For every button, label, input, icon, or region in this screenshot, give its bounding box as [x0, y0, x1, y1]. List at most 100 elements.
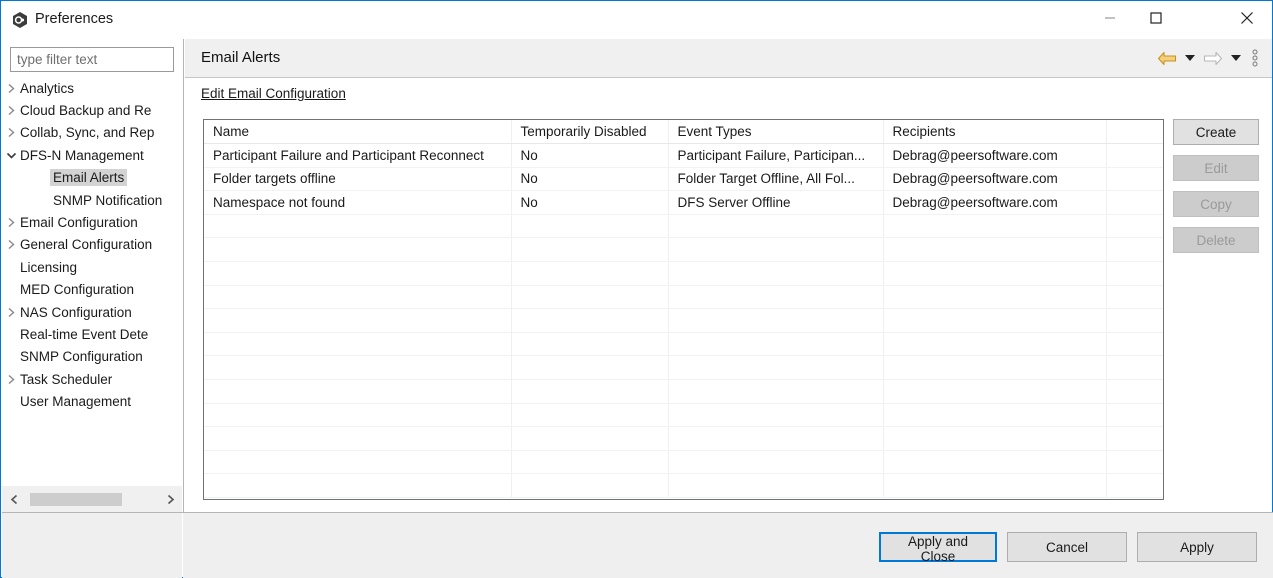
cell-empty [1106, 427, 1163, 451]
column-header-name[interactable]: Name [204, 120, 511, 144]
cell-name: Namespace not found [204, 191, 511, 215]
sidebar-item-real-time-event-dete[interactable]: Real-time Event Dete [2, 323, 182, 345]
cell-empty [883, 356, 1106, 380]
table-row[interactable]: Namespace not foundNoDFS Server OfflineD… [204, 191, 1163, 215]
cell-empty [883, 285, 1106, 309]
cell-empty [204, 450, 511, 474]
maximize-button[interactable] [1133, 1, 1179, 38]
link-row: Edit Email Configuration [201, 86, 346, 101]
sidebar-item-med-configuration[interactable]: MED Configuration [2, 279, 182, 301]
cancel-button[interactable]: Cancel [1007, 532, 1127, 562]
table-row[interactable]: Folder targets offlineNoFolder Target Of… [204, 167, 1163, 191]
sidebar-item-analytics[interactable]: Analytics [2, 77, 182, 99]
chevron-right-icon[interactable] [2, 239, 20, 250]
scrollbar-thumb[interactable] [30, 493, 122, 506]
sidebar-item-label: Analytics [20, 81, 74, 96]
page-header: Email Alerts [185, 39, 1272, 78]
sidebar-item-dfs-n-management[interactable]: DFS-N Management [2, 144, 182, 166]
cell-empty [204, 332, 511, 356]
sidebar-item-label: Collab, Sync, and Rep [20, 125, 154, 140]
cell-empty [668, 262, 883, 286]
chevron-down-icon[interactable] [2, 151, 20, 160]
cell-empty [883, 262, 1106, 286]
edit-button[interactable]: Edit [1173, 155, 1259, 181]
sidebar-item-cloud-backup-and-re[interactable]: Cloud Backup and Re [2, 99, 182, 121]
sidebar-item-task-scheduler[interactable]: Task Scheduler [2, 368, 182, 390]
column-header-recipients[interactable]: Recipients [883, 120, 1106, 144]
cell-empty [204, 380, 511, 404]
table-row-empty [204, 474, 1163, 498]
sidebar-item-snmp-configuration[interactable]: SNMP Configuration [2, 346, 182, 368]
sidebar-item-user-management[interactable]: User Management [2, 390, 182, 412]
apply-button[interactable]: Apply [1137, 532, 1257, 562]
table-row-empty [204, 214, 1163, 238]
cell-empty [668, 474, 883, 498]
cell-temporarily-disabled: No [511, 191, 668, 215]
cell-empty [668, 403, 883, 427]
delete-button[interactable]: Delete [1173, 227, 1259, 253]
cell-event-types: Folder Target Offline, All Fol... [668, 167, 883, 191]
chevron-left-icon[interactable] [2, 486, 26, 512]
cell-empty [1106, 332, 1163, 356]
chevron-right-icon[interactable] [2, 83, 20, 94]
cell-empty [668, 238, 883, 262]
sidebar-item-collab-sync-and-rep[interactable]: Collab, Sync, and Rep [2, 122, 182, 144]
minimize-icon [1104, 12, 1116, 27]
sidebar-item-label: MED Configuration [20, 282, 134, 297]
tree-horizontal-scrollbar[interactable] [2, 486, 182, 512]
sidebar-item-label: Real-time Event Dete [20, 327, 148, 342]
cell-extra [1106, 191, 1163, 215]
chevron-right-icon[interactable] [2, 374, 20, 385]
cell-empty [668, 285, 883, 309]
email-alerts-table[interactable]: Name Temporarily Disabled Event Types Re… [203, 119, 1164, 500]
table-row-empty [204, 332, 1163, 356]
chevron-right-icon[interactable] [2, 217, 20, 228]
edit-email-configuration-link[interactable]: Edit Email Configuration [201, 86, 346, 101]
chevron-right-icon[interactable] [158, 486, 182, 512]
apply-and-close-button[interactable]: Apply and Close [879, 532, 997, 562]
cell-empty [511, 474, 668, 498]
sidebar-item-snmp-notification[interactable]: SNMP Notification [2, 189, 182, 211]
sidebar-item-label: Licensing [20, 260, 77, 275]
chevron-right-icon[interactable] [2, 127, 20, 138]
table-row-empty [204, 427, 1163, 451]
column-header-event-types[interactable]: Event Types [668, 120, 883, 144]
cell-empty [511, 427, 668, 451]
forward-history-chevron-down-icon[interactable] [1228, 48, 1244, 68]
sidebar-item-nas-configuration[interactable]: NAS Configuration [2, 301, 182, 323]
create-button[interactable]: Create [1173, 119, 1259, 145]
sidebar-item-general-configuration[interactable]: General Configuration [2, 234, 182, 256]
cell-empty [204, 356, 511, 380]
sidebar-item-licensing[interactable]: Licensing [2, 256, 182, 278]
sidebar-item-email-configuration[interactable]: Email Configuration [2, 211, 182, 233]
preferences-tree[interactable]: Analytics Cloud Backup and Re Collab, Sync… [2, 77, 182, 512]
column-header-extra[interactable] [1106, 120, 1163, 144]
cell-empty [204, 427, 511, 451]
sidebar-item-email-alerts[interactable]: Email Alerts [2, 167, 182, 189]
table-row[interactable]: Participant Failure and Participant Reco… [204, 144, 1163, 168]
forward-arrow-icon[interactable] [1200, 48, 1226, 68]
back-arrow-icon[interactable] [1154, 48, 1180, 68]
cell-empty [883, 214, 1106, 238]
minimize-button[interactable] [1087, 1, 1133, 38]
cell-empty [511, 403, 668, 427]
chevron-right-icon[interactable] [2, 307, 20, 318]
sidebar-item-label: Task Scheduler [20, 372, 112, 387]
cell-empty [668, 332, 883, 356]
cell-event-types: DFS Server Offline [668, 191, 883, 215]
cell-empty [1106, 403, 1163, 427]
column-header-temporarily-disabled[interactable]: Temporarily Disabled [511, 120, 668, 144]
copy-button[interactable]: Copy [1173, 191, 1259, 217]
title-bar: Preferences [1, 1, 1272, 39]
view-menu-dots-icon[interactable] [1246, 48, 1264, 68]
cell-empty [204, 309, 511, 333]
back-history-chevron-down-icon[interactable] [1182, 48, 1198, 68]
chevron-right-icon[interactable] [2, 105, 20, 116]
close-button[interactable] [1223, 1, 1271, 38]
filter-input[interactable] [10, 47, 174, 72]
cell-empty [1106, 356, 1163, 380]
cell-extra [1106, 167, 1163, 191]
cell-empty [1106, 474, 1163, 498]
cell-empty [883, 450, 1106, 474]
sidebar-item-label: NAS Configuration [20, 305, 132, 320]
